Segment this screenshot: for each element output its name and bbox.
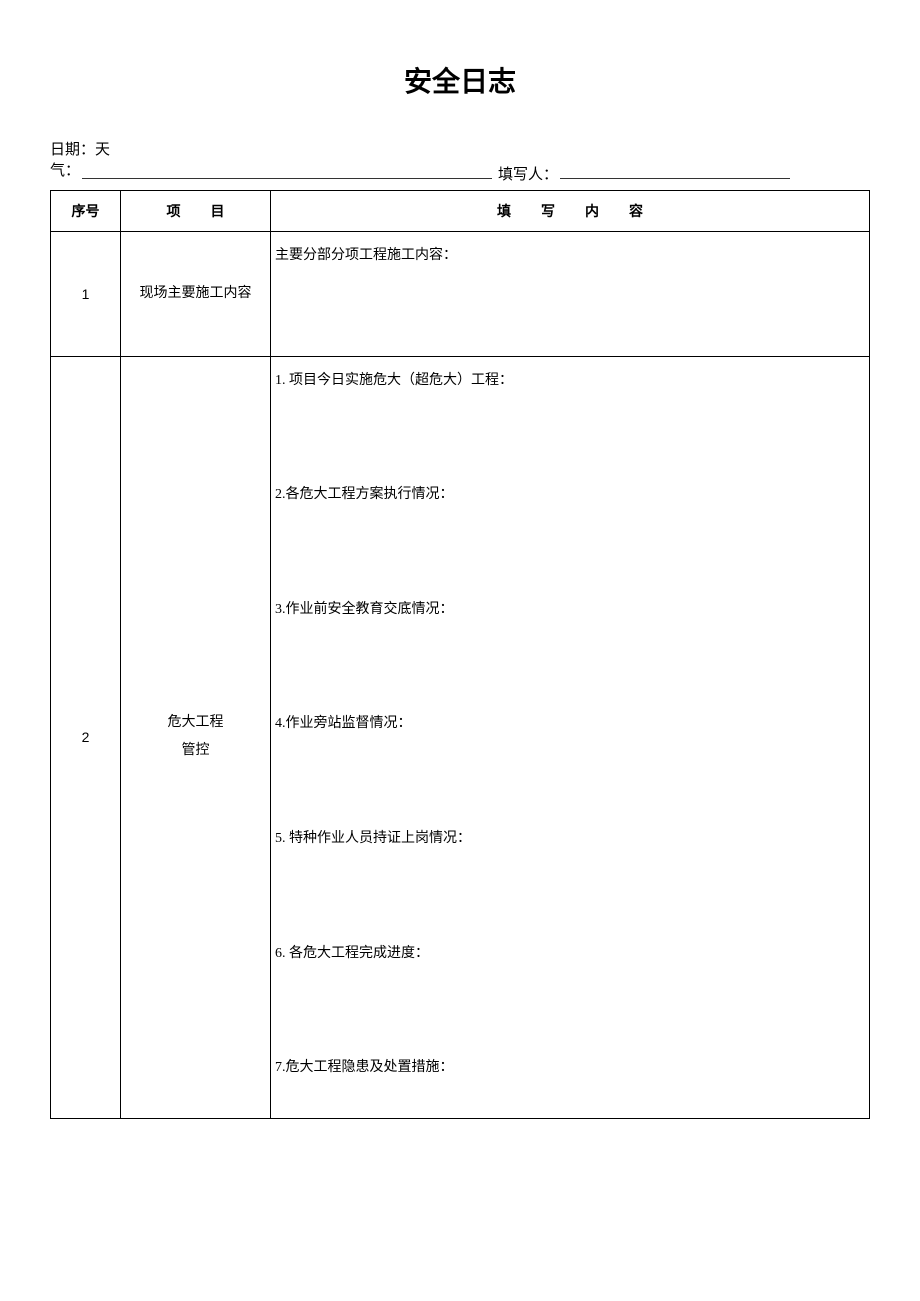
row2-project-line1: 危大工程: [129, 709, 262, 737]
row2-seq: 2: [51, 356, 121, 1118]
row2-item4: 4.作业旁站监督情况：: [275, 714, 859, 734]
log-table: 序号 项目 填写内容 1 现场主要施工内容 主要分部分项工程施工内容： 2 危大…: [50, 190, 870, 1119]
table-row: 2 危大工程 管控 1. 项目今日实施危大（超危大）工程： 2.各危大工程方案执…: [51, 356, 870, 1118]
row2-project: 危大工程 管控: [121, 356, 271, 1118]
row2-item5: 5. 特种作业人员持证上岗情况：: [275, 829, 859, 849]
row2-item7: 7.危大工程隐患及处置措施：: [275, 1058, 859, 1078]
header-seq: 序号: [51, 191, 121, 232]
date-weather-line: [82, 164, 492, 179]
row2-item1: 1. 项目今日实施危大（超危大）工程：: [275, 371, 859, 391]
page-title: 安全日志: [50, 60, 870, 100]
header-project: 项目: [121, 191, 271, 232]
filler-label: 填写人：: [498, 165, 558, 186]
row1-content: 主要分部分项工程施工内容：: [271, 232, 870, 357]
row1-project: 现场主要施工内容: [121, 232, 271, 357]
row2-item3: 3.作业前安全教育交底情况：: [275, 600, 859, 620]
row2-project-line2: 管控: [129, 737, 262, 765]
row2-item6: 6. 各危大工程完成进度：: [275, 944, 859, 964]
header-content: 填写内容: [271, 191, 870, 232]
row2-content: 1. 项目今日实施危大（超危大）工程： 2.各危大工程方案执行情况： 3.作业前…: [271, 356, 870, 1118]
table-row: 1 现场主要施工内容 主要分部分项工程施工内容：: [51, 232, 870, 357]
filler-line: [560, 164, 790, 179]
row2-item2: 2.各危大工程方案执行情况：: [275, 485, 859, 505]
meta-block: 日期：天气： 气： 填写人：: [50, 140, 870, 186]
row1-seq: 1: [51, 232, 121, 357]
table-header-row: 序号 项目 填写内容: [51, 191, 870, 232]
row1-item1: 主要分部分项工程施工内容：: [275, 246, 859, 266]
